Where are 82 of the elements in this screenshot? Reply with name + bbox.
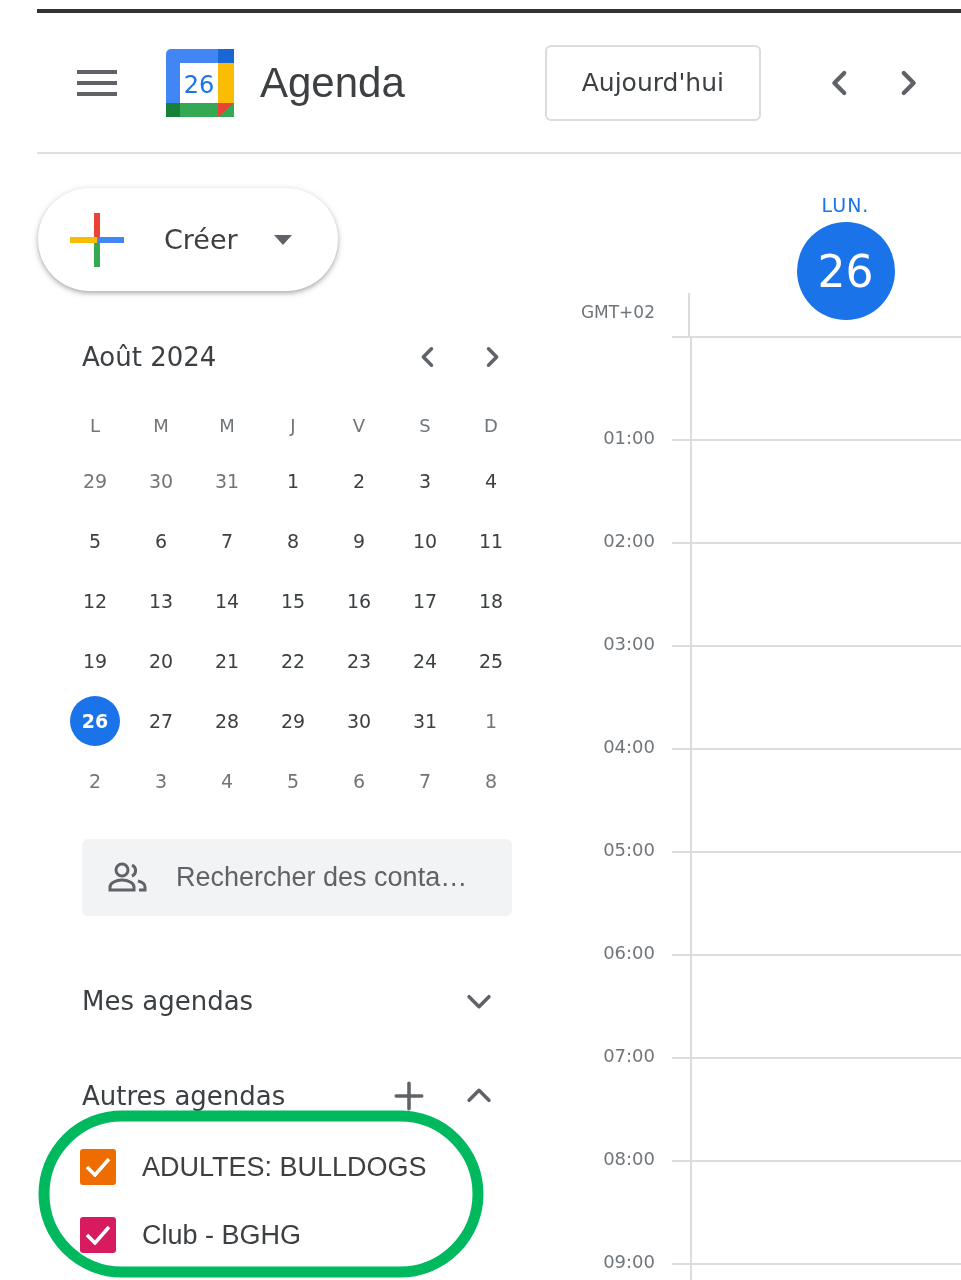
weekday-label: L [89,413,101,438]
timezone-label: GMT+02 [579,302,656,322]
calendar-day[interactable]: 7 [202,516,252,566]
add-calendar-button[interactable] [392,1079,426,1113]
calendar-day[interactable]: 4 [466,456,516,506]
calendar-day[interactable]: 26 [70,696,120,746]
calendar-name: ADULTES: BULLDOGS [142,1151,427,1183]
hour-label: 08:00 [602,1148,656,1171]
today-button[interactable]: Aujourd'hui [544,44,761,121]
calendar-day[interactable]: 21 [202,636,252,686]
calendar-day[interactable]: 5 [268,756,318,806]
date-button[interactable]: 26 [796,222,895,320]
calendar-day[interactable]: 28 [202,696,252,746]
hour-label: 05:00 [602,839,656,862]
calendar-day[interactable]: 10 [400,516,450,566]
calendar-day[interactable]: 25 [466,636,516,686]
hour-label: 03:00 [602,633,656,656]
calendar-day[interactable]: 19 [70,636,120,686]
calendar-day[interactable]: 8 [466,756,516,806]
app-title: Agenda [260,58,405,107]
app-logo: 26 [166,48,234,117]
people-icon [108,862,148,892]
calendar-day[interactable]: 1 [466,696,516,746]
section-title: Mes agendas [82,986,255,1016]
calendar-day[interactable]: 12 [70,576,120,626]
calendar-day[interactable]: 2 [334,456,384,506]
calendar-day[interactable]: 31 [202,456,252,506]
section-title: Autres agendas [82,1081,287,1111]
create-button[interactable]: Créer [38,188,338,291]
weekday-label: V [351,413,367,438]
hour-label: 09:00 [602,1251,656,1274]
calendar-day[interactable]: 4 [202,756,252,806]
hour-label: 07:00 [602,1045,656,1068]
calendar-day[interactable]: 6 [136,516,186,566]
weekday-label: M [218,413,236,438]
hour-label: 04:00 [602,736,656,759]
calendar-day[interactable]: 7 [400,756,450,806]
menu-icon [77,67,117,98]
checkmark-icon [85,1157,111,1177]
calendar-day[interactable]: 3 [400,456,450,506]
calendar-day[interactable]: 15 [268,576,318,626]
calendar-day[interactable]: 18 [466,576,516,626]
calendar-day[interactable]: 1 [268,456,318,506]
weekday-header: LUN. [821,194,870,216]
weekday-label: M [152,413,170,438]
calendar-day[interactable]: 24 [400,636,450,686]
calendar-day[interactable]: 30 [334,696,384,746]
calendar-day[interactable]: 27 [136,696,186,746]
calendar-day[interactable]: 6 [334,756,384,806]
hour-label: 01:00 [602,427,656,450]
calendar-day[interactable]: 2 [70,756,120,806]
dropdown-arrow-icon [273,234,292,245]
calendar-day[interactable]: 30 [136,456,186,506]
calendar-name: Club - BGHG [142,1219,302,1251]
contact-search-field[interactable]: Rechercher des conta… [82,839,512,916]
menu-button[interactable] [77,67,117,98]
calendar-day[interactable]: 14 [202,576,252,626]
calendar-day[interactable]: 29 [268,696,318,746]
calendar-day[interactable]: 11 [466,516,516,566]
weekday-label: J [288,413,297,438]
calendar-day[interactable]: 17 [400,576,450,626]
calendar-day[interactable]: 23 [334,636,384,686]
calendar-day[interactable]: 20 [136,636,186,686]
plus-icon [70,212,124,267]
calendar-checkbox[interactable] [80,1217,116,1253]
hour-label: 02:00 [602,530,656,553]
calendar-day[interactable]: 8 [268,516,318,566]
calendar-day[interactable]: 31 [400,696,450,746]
calendar-day[interactable]: 5 [70,516,120,566]
calendar-day[interactable]: 22 [268,636,318,686]
checkmark-icon [85,1225,111,1245]
hour-label: 06:00 [602,942,656,965]
calendar-day[interactable]: 13 [136,576,186,626]
weekday-label: D [483,413,499,438]
calendar-day[interactable]: 9 [334,516,384,566]
calendar-checkbox[interactable] [80,1149,116,1185]
plus-icon [392,1079,426,1113]
calendar-day[interactable]: 29 [70,456,120,506]
weekday-label: S [418,413,432,438]
calendar-day[interactable]: 3 [136,756,186,806]
month-title: Août 2024 [82,342,218,372]
calendar-day[interactable]: 16 [334,576,384,626]
